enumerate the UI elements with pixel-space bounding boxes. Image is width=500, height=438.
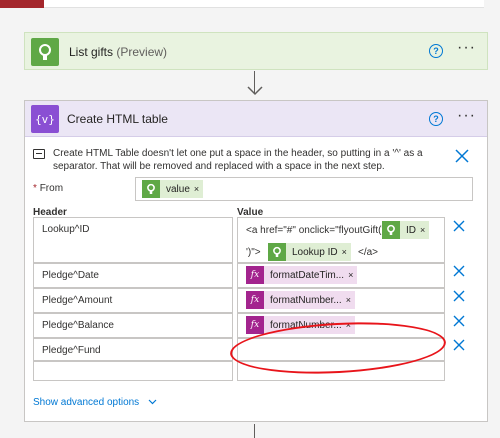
lookup-id-token[interactable]: Lookup ID × <box>268 243 351 261</box>
expression-token-label: formatDateTim... <box>270 269 345 281</box>
from-label: * From <box>33 183 64 194</box>
token-remove-icon[interactable]: × <box>420 225 429 235</box>
arrow-down-icon <box>246 84 264 100</box>
list-gifts-title: List gifts (Preview) <box>69 45 167 59</box>
info-message-text: Create HTML Table doesn't let one put a … <box>53 148 423 172</box>
top-strip <box>0 0 500 8</box>
token-remove-icon[interactable]: × <box>194 184 203 194</box>
lookup-id-token-label: Lookup ID <box>292 246 338 258</box>
close-icon[interactable] <box>453 264 465 280</box>
value-text-suffix: </a> <box>358 247 379 258</box>
previous-step-card <box>44 0 484 8</box>
expression-token[interactable]: fx formatDateTim... × <box>246 266 358 284</box>
list-gifts-title-text: List gifts <box>69 45 114 59</box>
token-remove-icon[interactable]: × <box>348 270 357 280</box>
value-cell[interactable]: fx formatNumber... × <box>237 288 445 313</box>
function-icon: fx <box>246 316 264 334</box>
lock-keyhole-icon <box>382 221 400 239</box>
chevron-down-icon <box>148 397 157 408</box>
help-icon[interactable]: ? <box>429 112 443 126</box>
curly-braces-icon: {v} <box>31 105 59 133</box>
close-icon[interactable] <box>453 314 465 330</box>
header-cell-empty[interactable] <box>33 361 233 381</box>
token-remove-icon[interactable]: × <box>346 295 355 305</box>
create-html-table-title: Create HTML table <box>67 112 168 126</box>
value-cell[interactable]: fx formatDateTim... × <box>237 263 445 288</box>
value-text-mid: ')"> <box>246 247 261 258</box>
header-cell-text: Pledge^Date <box>42 270 99 281</box>
lock-keyhole-icon <box>268 243 286 261</box>
from-input[interactable]: value × <box>135 177 473 201</box>
close-icon[interactable] <box>453 289 465 305</box>
header-cell[interactable]: Pledge^Fund <box>33 338 233 361</box>
show-advanced-options-link[interactable]: Show advanced options <box>33 397 157 408</box>
list-gifts-preview-label: (Preview) <box>116 45 168 59</box>
token-remove-icon[interactable]: × <box>342 247 351 257</box>
close-icon[interactable] <box>455 149 469 165</box>
function-icon: fx <box>246 291 264 309</box>
previous-step-accent <box>0 0 44 8</box>
comment-icon <box>33 149 45 159</box>
close-icon[interactable] <box>453 338 465 354</box>
header-cell[interactable]: Pledge^Amount <box>33 288 233 313</box>
more-options-icon[interactable]: ··· <box>457 108 476 124</box>
header-cell-text: Pledge^Fund <box>42 345 101 356</box>
flow-connector <box>254 424 255 438</box>
header-cell[interactable]: Pledge^Balance <box>33 313 233 338</box>
from-label-text: From <box>39 183 64 194</box>
id-token[interactable]: ID × <box>382 221 430 239</box>
list-gifts-action[interactable]: List gifts (Preview) ? ··· <box>24 32 488 70</box>
show-advanced-options-label: Show advanced options <box>33 397 140 409</box>
lock-keyhole-icon <box>31 38 59 66</box>
value-token-label: value <box>166 183 190 195</box>
help-icon[interactable]: ? <box>429 44 443 58</box>
create-html-table-header[interactable]: {v} Create HTML table ? ··· <box>25 101 487 137</box>
header-cell-text: Pledge^Amount <box>42 295 113 306</box>
more-options-icon[interactable]: ··· <box>457 40 476 56</box>
close-icon[interactable] <box>453 219 465 235</box>
header-cell[interactable]: Lookup^ID <box>33 217 233 263</box>
function-icon: fx <box>246 266 264 284</box>
expression-token[interactable]: fx formatNumber... × <box>246 291 355 309</box>
value-text-prefix: <a href="#" onclick="flyoutGift(' <box>246 225 384 236</box>
value-cell[interactable]: <a href="#" onclick="flyoutGift(' ID × '… <box>237 217 445 263</box>
header-cell-text: Pledge^Balance <box>42 320 114 331</box>
value-token[interactable]: value × <box>142 180 204 198</box>
header-cell[interactable]: Pledge^Date <box>33 263 233 288</box>
create-html-table-action: {v} Create HTML table ? ··· Create HTML … <box>24 100 488 422</box>
expression-token-label: formatNumber... <box>270 294 342 306</box>
header-cell-text: Lookup^ID <box>42 224 90 235</box>
id-token-label: ID <box>406 224 416 236</box>
lock-keyhole-icon <box>142 180 160 198</box>
